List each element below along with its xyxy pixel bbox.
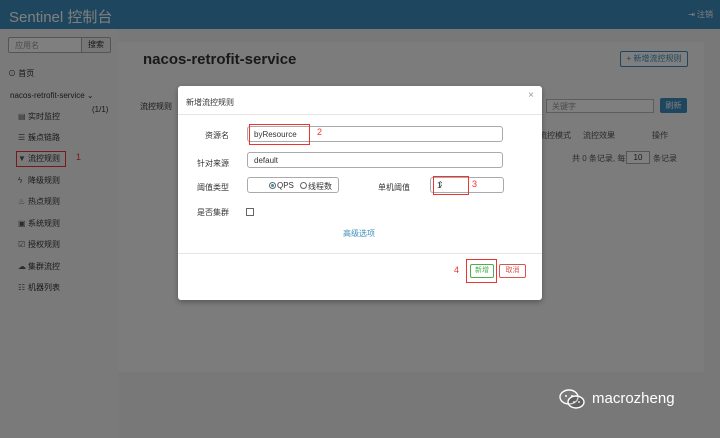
dialog-title: 新增流控规则 xyxy=(186,98,234,107)
advanced-options-link[interactable]: 高级选项 xyxy=(343,228,375,239)
radio-qps[interactable] xyxy=(269,182,276,189)
single-threshold-label: 单机阈值 xyxy=(378,183,410,192)
annotation-number: 3 xyxy=(472,179,478,189)
divider xyxy=(178,253,542,254)
threshold-type-label: 阈值类型 xyxy=(197,183,229,192)
cancel-button[interactable]: 取消 xyxy=(499,264,526,278)
annotation-box xyxy=(249,124,310,145)
radio-threads-label: 线程数 xyxy=(308,182,332,191)
radio-qps-label: QPS xyxy=(277,181,294,190)
divider xyxy=(178,114,542,115)
cluster-label: 是否集群 xyxy=(197,208,229,217)
annotation-number: 2 xyxy=(317,127,323,137)
annotation-box xyxy=(433,176,469,195)
add-flow-rule-dialog: 新增流控规则 × 资源名 byResource 2 针对来源 default 阈… xyxy=(178,86,542,300)
origin-value: default xyxy=(254,156,279,165)
origin-label: 针对来源 xyxy=(197,159,229,168)
watermark: macrozheng xyxy=(592,390,675,407)
radio-threads[interactable] xyxy=(300,182,307,189)
origin-input[interactable]: default xyxy=(247,152,503,168)
wechat-icon xyxy=(559,389,585,409)
resource-label: 资源名 xyxy=(205,131,229,140)
cluster-checkbox[interactable] xyxy=(246,208,254,216)
create-button[interactable]: 新增 xyxy=(470,264,494,278)
close-icon[interactable]: × xyxy=(528,90,534,101)
annotation-number: 4 xyxy=(454,265,460,275)
